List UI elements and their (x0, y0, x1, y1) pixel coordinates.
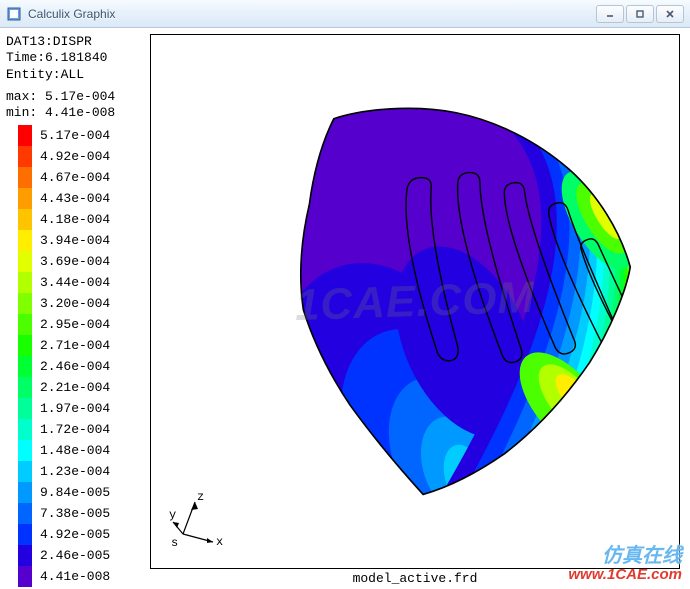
legend-value: 5.17e-004 (40, 128, 110, 143)
dataset-label: DAT13:DISPR (6, 34, 92, 49)
window-controls (596, 5, 684, 23)
time-label: Time:6.181840 (6, 50, 107, 65)
content-area: DAT13:DISPR Time:6.181840 Entity:ALL max… (0, 28, 690, 589)
model-filename: model_active.frd (151, 571, 679, 586)
legend-row: 3.69e-004 (6, 251, 146, 272)
axis-z-label: z (197, 490, 204, 504)
legend-value: 4.92e-004 (40, 149, 110, 164)
legend-value: 1.72e-004 (40, 422, 110, 437)
dataset-info: DAT13:DISPR Time:6.181840 Entity:ALL (6, 34, 146, 83)
legend-row: 1.72e-004 (6, 419, 146, 440)
legend-value: 2.71e-004 (40, 338, 110, 353)
legend-row: 2.71e-004 (6, 335, 146, 356)
legend-value: 4.67e-004 (40, 170, 110, 185)
legend-swatch (18, 335, 32, 356)
maximize-button[interactable] (626, 5, 654, 23)
legend-row: 4.18e-004 (6, 209, 146, 230)
legend-swatch (18, 524, 32, 545)
legend-row: 1.23e-004 (6, 461, 146, 482)
legend-swatch (18, 188, 32, 209)
legend-row: 3.20e-004 (6, 293, 146, 314)
legend-swatch (18, 125, 32, 146)
legend-row: 2.95e-004 (6, 314, 146, 335)
legend-row: 4.67e-004 (6, 167, 146, 188)
legend-row: 4.43e-004 (6, 188, 146, 209)
legend-row: 9.84e-005 (6, 482, 146, 503)
legend-swatch (18, 461, 32, 482)
legend-row: 7.38e-005 (6, 503, 146, 524)
axis-triad: x y z s (169, 488, 229, 548)
max-label: max: 5.17e-004 (6, 89, 115, 104)
legend-row: 4.92e-005 (6, 524, 146, 545)
contour-plot (151, 35, 679, 568)
axis-s-label: s (171, 536, 178, 548)
legend-swatch (18, 419, 32, 440)
legend-swatch (18, 482, 32, 503)
legend-swatch (18, 209, 32, 230)
color-legend: 5.17e-004 4.92e-004 4.67e-004 4.43e-004 4.18… (6, 125, 146, 587)
legend-swatch (18, 377, 32, 398)
legend-value: 3.44e-004 (40, 275, 110, 290)
close-button[interactable] (656, 5, 684, 23)
entity-label: Entity:ALL (6, 67, 84, 82)
minimize-button[interactable] (596, 5, 624, 23)
legend-swatch (18, 293, 32, 314)
legend-row: 1.48e-004 (6, 440, 146, 461)
legend-row: 3.44e-004 (6, 272, 146, 293)
legend-value: 4.18e-004 (40, 212, 110, 227)
axis-x-label: x (216, 535, 223, 548)
legend-swatch (18, 230, 32, 251)
legend-value: 2.46e-004 (40, 359, 110, 374)
window-titlebar: Calculix Graphix (0, 0, 690, 28)
legend-value: 4.43e-004 (40, 191, 110, 206)
legend-row: 4.41e-008 (6, 566, 146, 587)
legend-swatch (18, 314, 32, 335)
legend-value: 1.23e-004 (40, 464, 110, 479)
legend-value: 3.69e-004 (40, 254, 110, 269)
legend-row: 2.21e-004 (6, 377, 146, 398)
axis-y-label: y (169, 508, 176, 522)
legend-swatch (18, 503, 32, 524)
window-title: Calculix Graphix (28, 7, 115, 21)
legend-swatch (18, 398, 32, 419)
viewport[interactable]: x y z s 1CAE.COM model_active.frd (150, 34, 680, 569)
legend-value: 1.97e-004 (40, 401, 110, 416)
legend-value: 3.94e-004 (40, 233, 110, 248)
legend-swatch (18, 167, 32, 188)
legend-value: 2.21e-004 (40, 380, 110, 395)
app-icon (6, 6, 22, 22)
legend-value: 7.38e-005 (40, 506, 110, 521)
range-info: max: 5.17e-004 min: 4.41e-008 (6, 89, 146, 122)
legend-value: 2.95e-004 (40, 317, 110, 332)
legend-value: 2.46e-005 (40, 548, 110, 563)
legend-row: 2.46e-004 (6, 356, 146, 377)
legend-value: 3.20e-004 (40, 296, 110, 311)
legend-row: 3.94e-004 (6, 230, 146, 251)
legend-value: 4.92e-005 (40, 527, 110, 542)
legend-swatch (18, 440, 32, 461)
legend-row: 2.46e-005 (6, 545, 146, 566)
legend-row: 1.97e-004 (6, 398, 146, 419)
legend-row: 4.92e-004 (6, 146, 146, 167)
sidebar: DAT13:DISPR Time:6.181840 Entity:ALL max… (0, 28, 150, 589)
legend-value: 1.48e-004 (40, 443, 110, 458)
legend-value: 9.84e-005 (40, 485, 110, 500)
legend-swatch (18, 251, 32, 272)
legend-swatch (18, 146, 32, 167)
legend-swatch (18, 545, 32, 566)
legend-swatch (18, 566, 32, 587)
legend-swatch (18, 272, 32, 293)
legend-row: 5.17e-004 (6, 125, 146, 146)
legend-value: 4.41e-008 (40, 569, 110, 584)
legend-swatch (18, 356, 32, 377)
min-label: min: 4.41e-008 (6, 105, 115, 120)
